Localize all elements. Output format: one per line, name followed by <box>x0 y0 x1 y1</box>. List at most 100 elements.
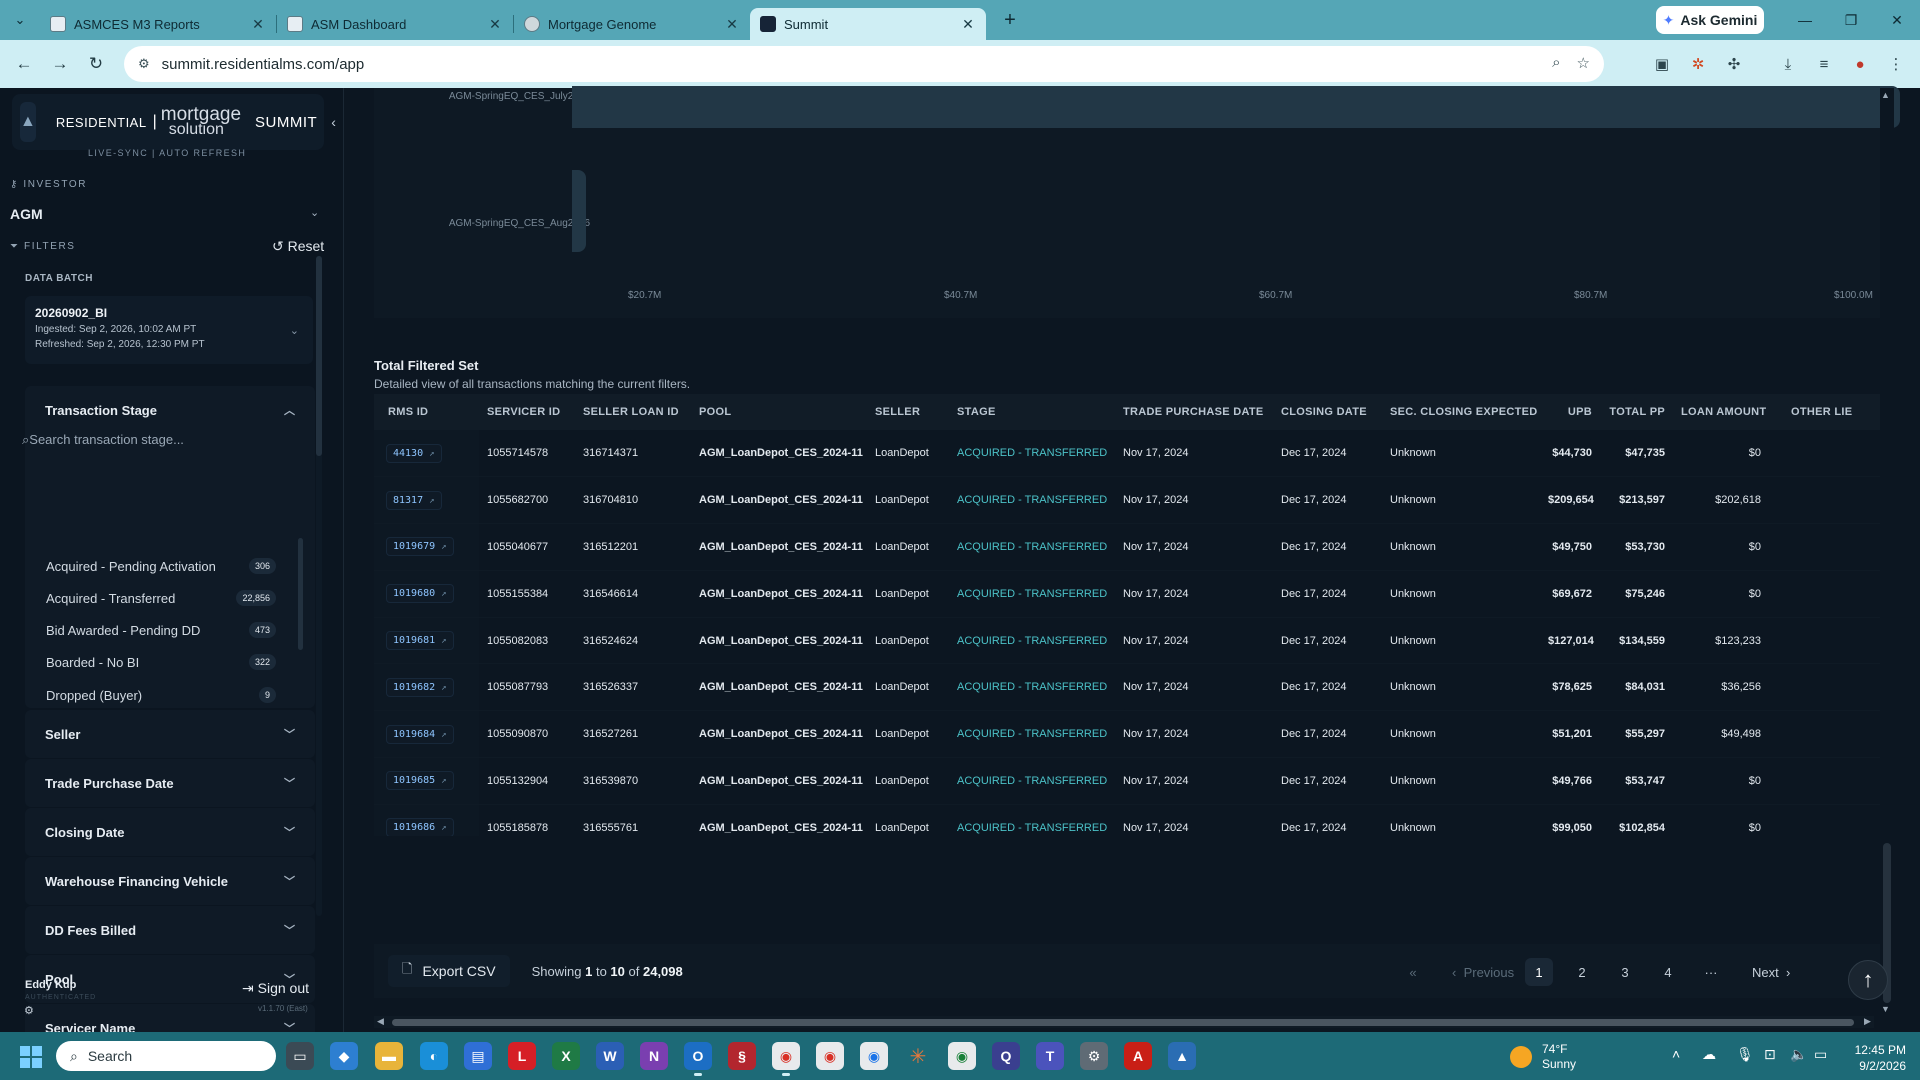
column-header-stage[interactable]: STAGE <box>949 394 1115 430</box>
rms-id-cell[interactable]: 1019682 ↗ <box>374 663 479 712</box>
acrobat-icon[interactable]: A <box>1124 1042 1152 1070</box>
table-row[interactable]: 81317 ↗ 1055682700 316704810 AGM_LoanDepot_C… <box>374 476 1884 525</box>
excel-icon[interactable]: X <box>552 1042 580 1070</box>
browser-menu-icon[interactable]: ⋮ <box>1884 52 1908 76</box>
back-arrow-icon[interactable]: ← <box>6 46 42 82</box>
filter-warehouse-financing-vehicle[interactable]: Warehouse Financing Vehicle ﹀ <box>25 857 315 905</box>
new-tab-button[interactable]: + <box>992 9 1028 32</box>
table-row[interactable]: 1019681 ↗ 1055082083 316524624 AGM_LoanDepot… <box>374 617 1884 665</box>
column-header-loan-amount[interactable]: LOAN AMOUNT <box>1673 394 1769 430</box>
file-explorer-icon[interactable]: ▬ <box>375 1042 403 1070</box>
stage-option[interactable]: Bid Awarded - Pending DD 473 <box>46 617 276 643</box>
rms-id-cell[interactable]: 1019680 ↗ <box>374 570 479 618</box>
stage-option[interactable]: Boarded - No BI 322 <box>46 649 276 675</box>
page-button-4[interactable]: 4 <box>1654 958 1682 986</box>
extension-butterfly-icon[interactable]: ✲ <box>1686 52 1710 76</box>
page-ellipsis[interactable]: ··· <box>1697 958 1725 986</box>
rms-id-cell[interactable]: 1019679 ↗ <box>374 523 479 571</box>
rms-id-link[interactable]: 1019679 ↗ <box>386 537 454 557</box>
column-header-servicer-id[interactable]: SERVICER ID <box>479 394 575 430</box>
red-app-icon[interactable]: § <box>728 1042 756 1070</box>
close-icon[interactable]: ✕ <box>487 16 503 33</box>
microphone-icon[interactable]: 🎙 <box>1736 1046 1754 1063</box>
rms-id-link[interactable]: 44130 ↗ <box>386 443 442 463</box>
profile-avatar-icon[interactable]: ● <box>1848 52 1872 76</box>
collapse-sidebar-chevron-icon[interactable]: ‹ <box>331 114 336 130</box>
filters-scrollbar-thumb[interactable] <box>316 256 322 456</box>
taskbar-search-input[interactable]: ⌕ Search <box>56 1041 276 1071</box>
previous-page-button[interactable]: ‹ Previous <box>1452 958 1514 986</box>
column-header-rms-id[interactable]: RMS ID <box>374 394 479 430</box>
column-header-pool[interactable]: POOL <box>691 394 867 430</box>
forward-arrow-icon[interactable]: → <box>42 46 78 82</box>
table-row[interactable]: 1019679 ↗ 1055040677 316512201 AGM_LoanDepot… <box>374 523 1884 571</box>
scroll-left-arrow-icon[interactable]: ◀ <box>377 1016 384 1027</box>
stage-option[interactable]: Acquired - Transferred 22,856 <box>46 585 276 611</box>
filter-seller[interactable]: Seller ﹀ <box>25 710 315 758</box>
rms-id-cell[interactable]: 1019684 ↗ <box>374 710 479 759</box>
column-header-other-liens[interactable]: OTHER LIE <box>1769 394 1884 430</box>
filter-transaction-stage-header[interactable]: Transaction Stage ︿ <box>25 386 315 434</box>
chevron-up-icon[interactable]: ˄ <box>1672 1046 1680 1062</box>
column-header-seller-loan-id[interactable]: SELLER LOAN ID <box>575 394 691 430</box>
reload-icon[interactable]: ↻ <box>78 46 114 82</box>
rms-id-link[interactable]: 1019684 ↗ <box>386 724 454 744</box>
scroll-to-top-arrow-icon[interactable]: ↑ <box>1848 960 1888 1000</box>
restore-button[interactable]: ❐ <box>1828 0 1874 40</box>
rms-id-link[interactable]: 1019682 ↗ <box>386 677 454 697</box>
page-button-3[interactable]: 3 <box>1611 958 1639 986</box>
l-app-icon[interactable]: L <box>508 1042 536 1070</box>
column-header-seller[interactable]: SELLER <box>867 394 949 430</box>
chrome-profile-icon[interactable]: ◉ <box>948 1042 976 1070</box>
transaction-stage-search-input[interactable]: ⌕Search transaction stage... <box>22 432 184 448</box>
rms-id-link[interactable]: 1019680 ↗ <box>386 584 454 604</box>
minimize-button[interactable]: — <box>1782 0 1828 40</box>
table-row[interactable]: 44130 ↗ 1055714578 316714371 AGM_LoanDepot_C… <box>374 430 1884 478</box>
scroll-down-arrow-icon[interactable]: ▼ <box>1881 1004 1890 1014</box>
table-row[interactable]: 1019680 ↗ 1055155384 316546614 AGM_LoanDepot… <box>374 570 1884 618</box>
page-button-1[interactable]: 1 <box>1525 958 1553 986</box>
task-view-icon[interactable]: ▭ <box>286 1042 314 1070</box>
tab-mortgage-genome[interactable]: Mortgage Genome ✕ <box>514 8 750 40</box>
next-page-button[interactable]: Next › <box>1752 958 1790 986</box>
ask-gemini-button[interactable]: ✦ Ask Gemini <box>1656 6 1764 34</box>
close-icon[interactable]: ✕ <box>724 16 740 33</box>
close-icon[interactable]: ✕ <box>960 16 976 33</box>
tab-asm-dashboard[interactable]: ASM Dashboard ✕ <box>277 8 513 40</box>
chart-app-icon[interactable]: ▲ <box>1168 1042 1196 1070</box>
stage-option[interactable]: Dropped (Buyer) 9 <box>46 682 276 708</box>
table-row[interactable]: 1019684 ↗ 1055090870 316527261 AGM_LoanDepot… <box>374 710 1884 759</box>
sign-out-button[interactable]: ⇥ Sign out <box>242 980 309 997</box>
column-header-total-pp[interactable]: TOTAL PP <box>1600 394 1673 430</box>
rms-id-link[interactable]: 1019686 ↗ <box>386 818 454 836</box>
settings-app-icon[interactable]: ⚙ <box>1080 1042 1108 1070</box>
close-window-button[interactable]: ✕ <box>1874 0 1920 40</box>
onenote-icon[interactable]: N <box>640 1042 668 1070</box>
scroll-right-arrow-icon[interactable]: ▶ <box>1864 1016 1871 1027</box>
bookmark-star-icon[interactable]: ☆ <box>1577 54 1590 72</box>
table-row[interactable]: 1019685 ↗ 1055132904 316539870 AGM_LoanDepot… <box>374 757 1884 805</box>
word-icon[interactable]: W <box>596 1042 624 1070</box>
media-control-icon[interactable]: ≡ <box>1812 52 1836 76</box>
network-icon[interactable]: ⊡ <box>1764 1046 1776 1063</box>
table-row[interactable]: 1019686 ↗ 1055185878 316555761 AGM_LoanDepot… <box>374 804 1884 836</box>
rms-id-cell[interactable]: 1019685 ↗ <box>374 757 479 805</box>
rms-id-cell[interactable]: 1019681 ↗ <box>374 617 479 665</box>
volume-icon[interactable]: 🔈 <box>1790 1046 1807 1063</box>
system-clock[interactable]: 12:45 PM 9/2/2026 <box>1846 1042 1906 1074</box>
rms-id-cell[interactable]: 44130 ↗ <box>374 430 479 478</box>
search-app-icon[interactable]: Q <box>992 1042 1020 1070</box>
data-batch-select[interactable]: 20260902_BI Ingested: Sep 2, 2026, 10:02… <box>25 296 313 364</box>
teams-icon[interactable]: T <box>1036 1042 1064 1070</box>
chart-bar[interactable] <box>572 170 586 252</box>
settings-gear-icon[interactable]: ⚙ <box>24 1004 34 1017</box>
m365-app-icon[interactable]: ◆ <box>330 1042 358 1070</box>
store-app-icon[interactable]: ▤ <box>464 1042 492 1070</box>
onedrive-cloud-icon[interactable]: ☁ <box>1702 1046 1716 1063</box>
chart-bar[interactable] <box>572 86 1900 128</box>
claude-app-icon[interactable]: ✳ <box>904 1042 932 1070</box>
page-button-2[interactable]: 2 <box>1568 958 1596 986</box>
site-info-icon[interactable]: ⚙ <box>138 56 150 72</box>
rms-id-link[interactable]: 81317 ↗ <box>386 490 442 510</box>
export-csv-button[interactable]: 🗋 Export CSV <box>388 955 510 987</box>
